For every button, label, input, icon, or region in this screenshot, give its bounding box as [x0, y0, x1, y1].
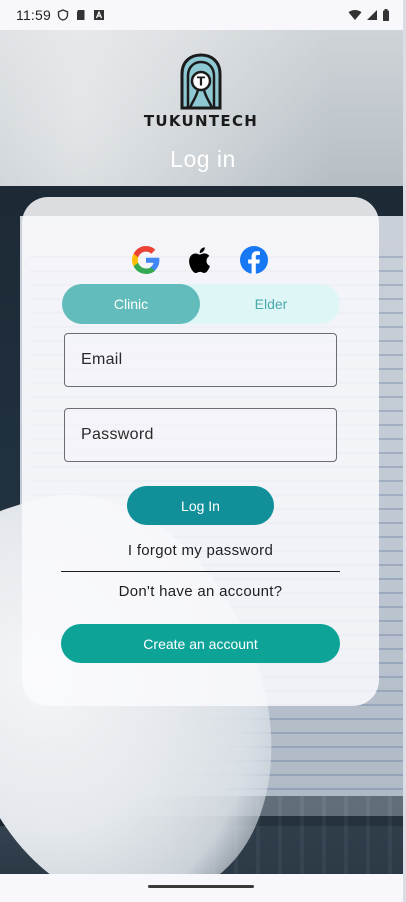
- tab-clinic[interactable]: Clinic: [62, 284, 200, 324]
- home-gesture-handle[interactable]: [148, 885, 254, 888]
- create-account-button[interactable]: Create an account: [61, 624, 340, 663]
- page-title: Log in: [170, 146, 236, 172]
- tab-elder[interactable]: Elder: [202, 284, 340, 324]
- navigation-bar: [0, 874, 406, 902]
- facebook-icon[interactable]: [238, 244, 270, 276]
- app-logo: T TUKUNTECH: [144, 52, 258, 138]
- signal-icon: [367, 10, 377, 20]
- user-type-toggle: Clinic Elder: [62, 284, 340, 324]
- forgot-password-link[interactable]: I forgot my password: [22, 542, 379, 559]
- wifi-icon: [348, 9, 362, 20]
- email-field[interactable]: Email: [64, 333, 337, 387]
- apple-icon[interactable]: [184, 244, 216, 276]
- google-icon[interactable]: [130, 244, 162, 276]
- login-card: Clinic Elder Email Password Log In I for…: [22, 197, 379, 706]
- a-badge-icon: [94, 10, 104, 20]
- login-button[interactable]: Log In: [127, 486, 274, 525]
- divider: [61, 571, 340, 572]
- no-account-text: Don't have an account?: [118, 583, 283, 600]
- shield-icon: [57, 9, 69, 21]
- password-field[interactable]: Password: [64, 408, 337, 462]
- logo-mark-letter: T: [197, 75, 206, 89]
- status-bar: 11:59: [0, 0, 406, 30]
- battery-icon: [383, 9, 389, 21]
- social-login-row: [130, 243, 270, 277]
- sd-card-icon: [77, 10, 85, 20]
- stethoscope-logo-icon: T: [180, 53, 222, 110]
- brand-name: TUKUNTECH: [143, 112, 259, 130]
- status-time: 11:59: [16, 7, 51, 23]
